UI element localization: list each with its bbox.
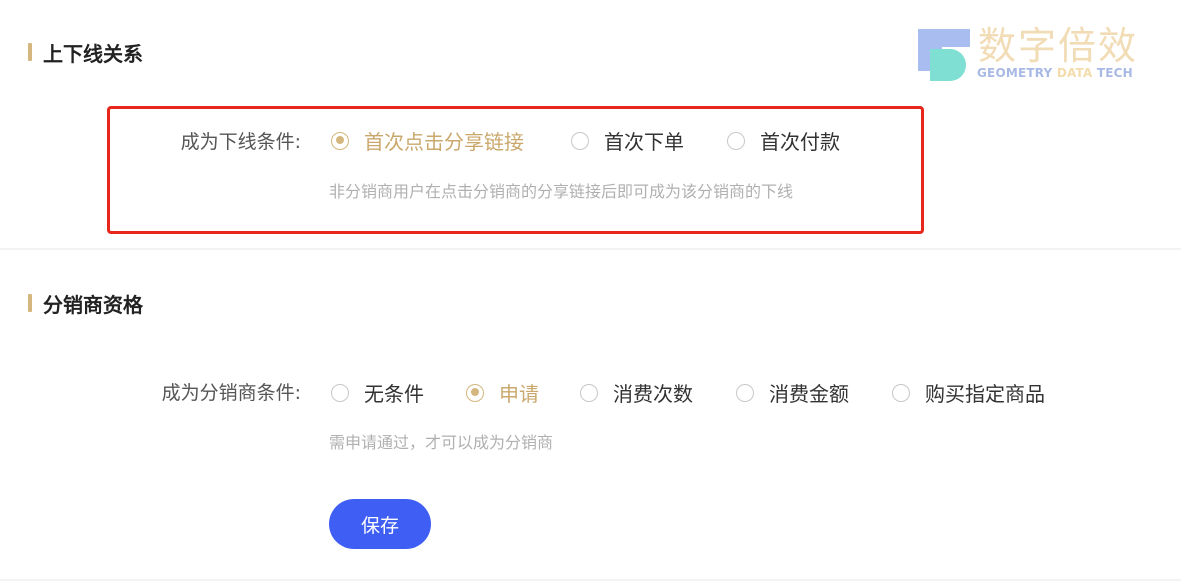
radio-label: 消费次数: [613, 382, 693, 406]
watermark-en: GEOMETRY DATA TECH: [977, 66, 1133, 80]
radio-label: 无条件: [364, 382, 424, 406]
watermark-logo: 数字倍效 GEOMETRY DATA TECH: [916, 24, 1136, 84]
bottom-divider: [0, 579, 1181, 581]
watermark-cn: 数字倍效: [978, 24, 1139, 68]
section-title-relation: 上下线关系: [28, 41, 143, 66]
radio-label: 购买指定商品: [925, 382, 1045, 406]
section-title-text: 上下线关系: [43, 41, 143, 66]
radio-purchase-count[interactable]: 消费次数: [580, 378, 693, 407]
radio-circle-icon: [580, 383, 598, 402]
radio-circle-icon: [466, 383, 484, 402]
radio-circle-icon: [331, 383, 349, 402]
radio-circle-icon: [736, 383, 754, 402]
radio-no-condition[interactable]: 无条件: [331, 378, 424, 407]
save-button[interactable]: 保存: [329, 499, 431, 549]
radio-buy-specified-product[interactable]: 购买指定商品: [892, 378, 1045, 407]
radio-apply[interactable]: 申请: [466, 378, 539, 407]
section-title-qualification: 分销商资格: [28, 292, 143, 317]
distributor-condition-label: 成为分销商条件:: [161, 382, 301, 404]
radio-purchase-amount[interactable]: 消费金额: [736, 378, 849, 407]
radio-circle-icon: [892, 383, 910, 402]
radio-label: 申请: [499, 382, 539, 406]
title-accent-bar: [28, 43, 32, 61]
section-title-text: 分销商资格: [43, 292, 143, 317]
logo-icon: [918, 29, 970, 81]
section-divider: [0, 248, 1181, 250]
radio-label: 消费金额: [769, 382, 849, 406]
distributor-hint: 需申请通过，才可以成为分销商: [329, 433, 554, 452]
title-accent-bar: [28, 294, 32, 312]
highlight-box: [107, 106, 924, 234]
